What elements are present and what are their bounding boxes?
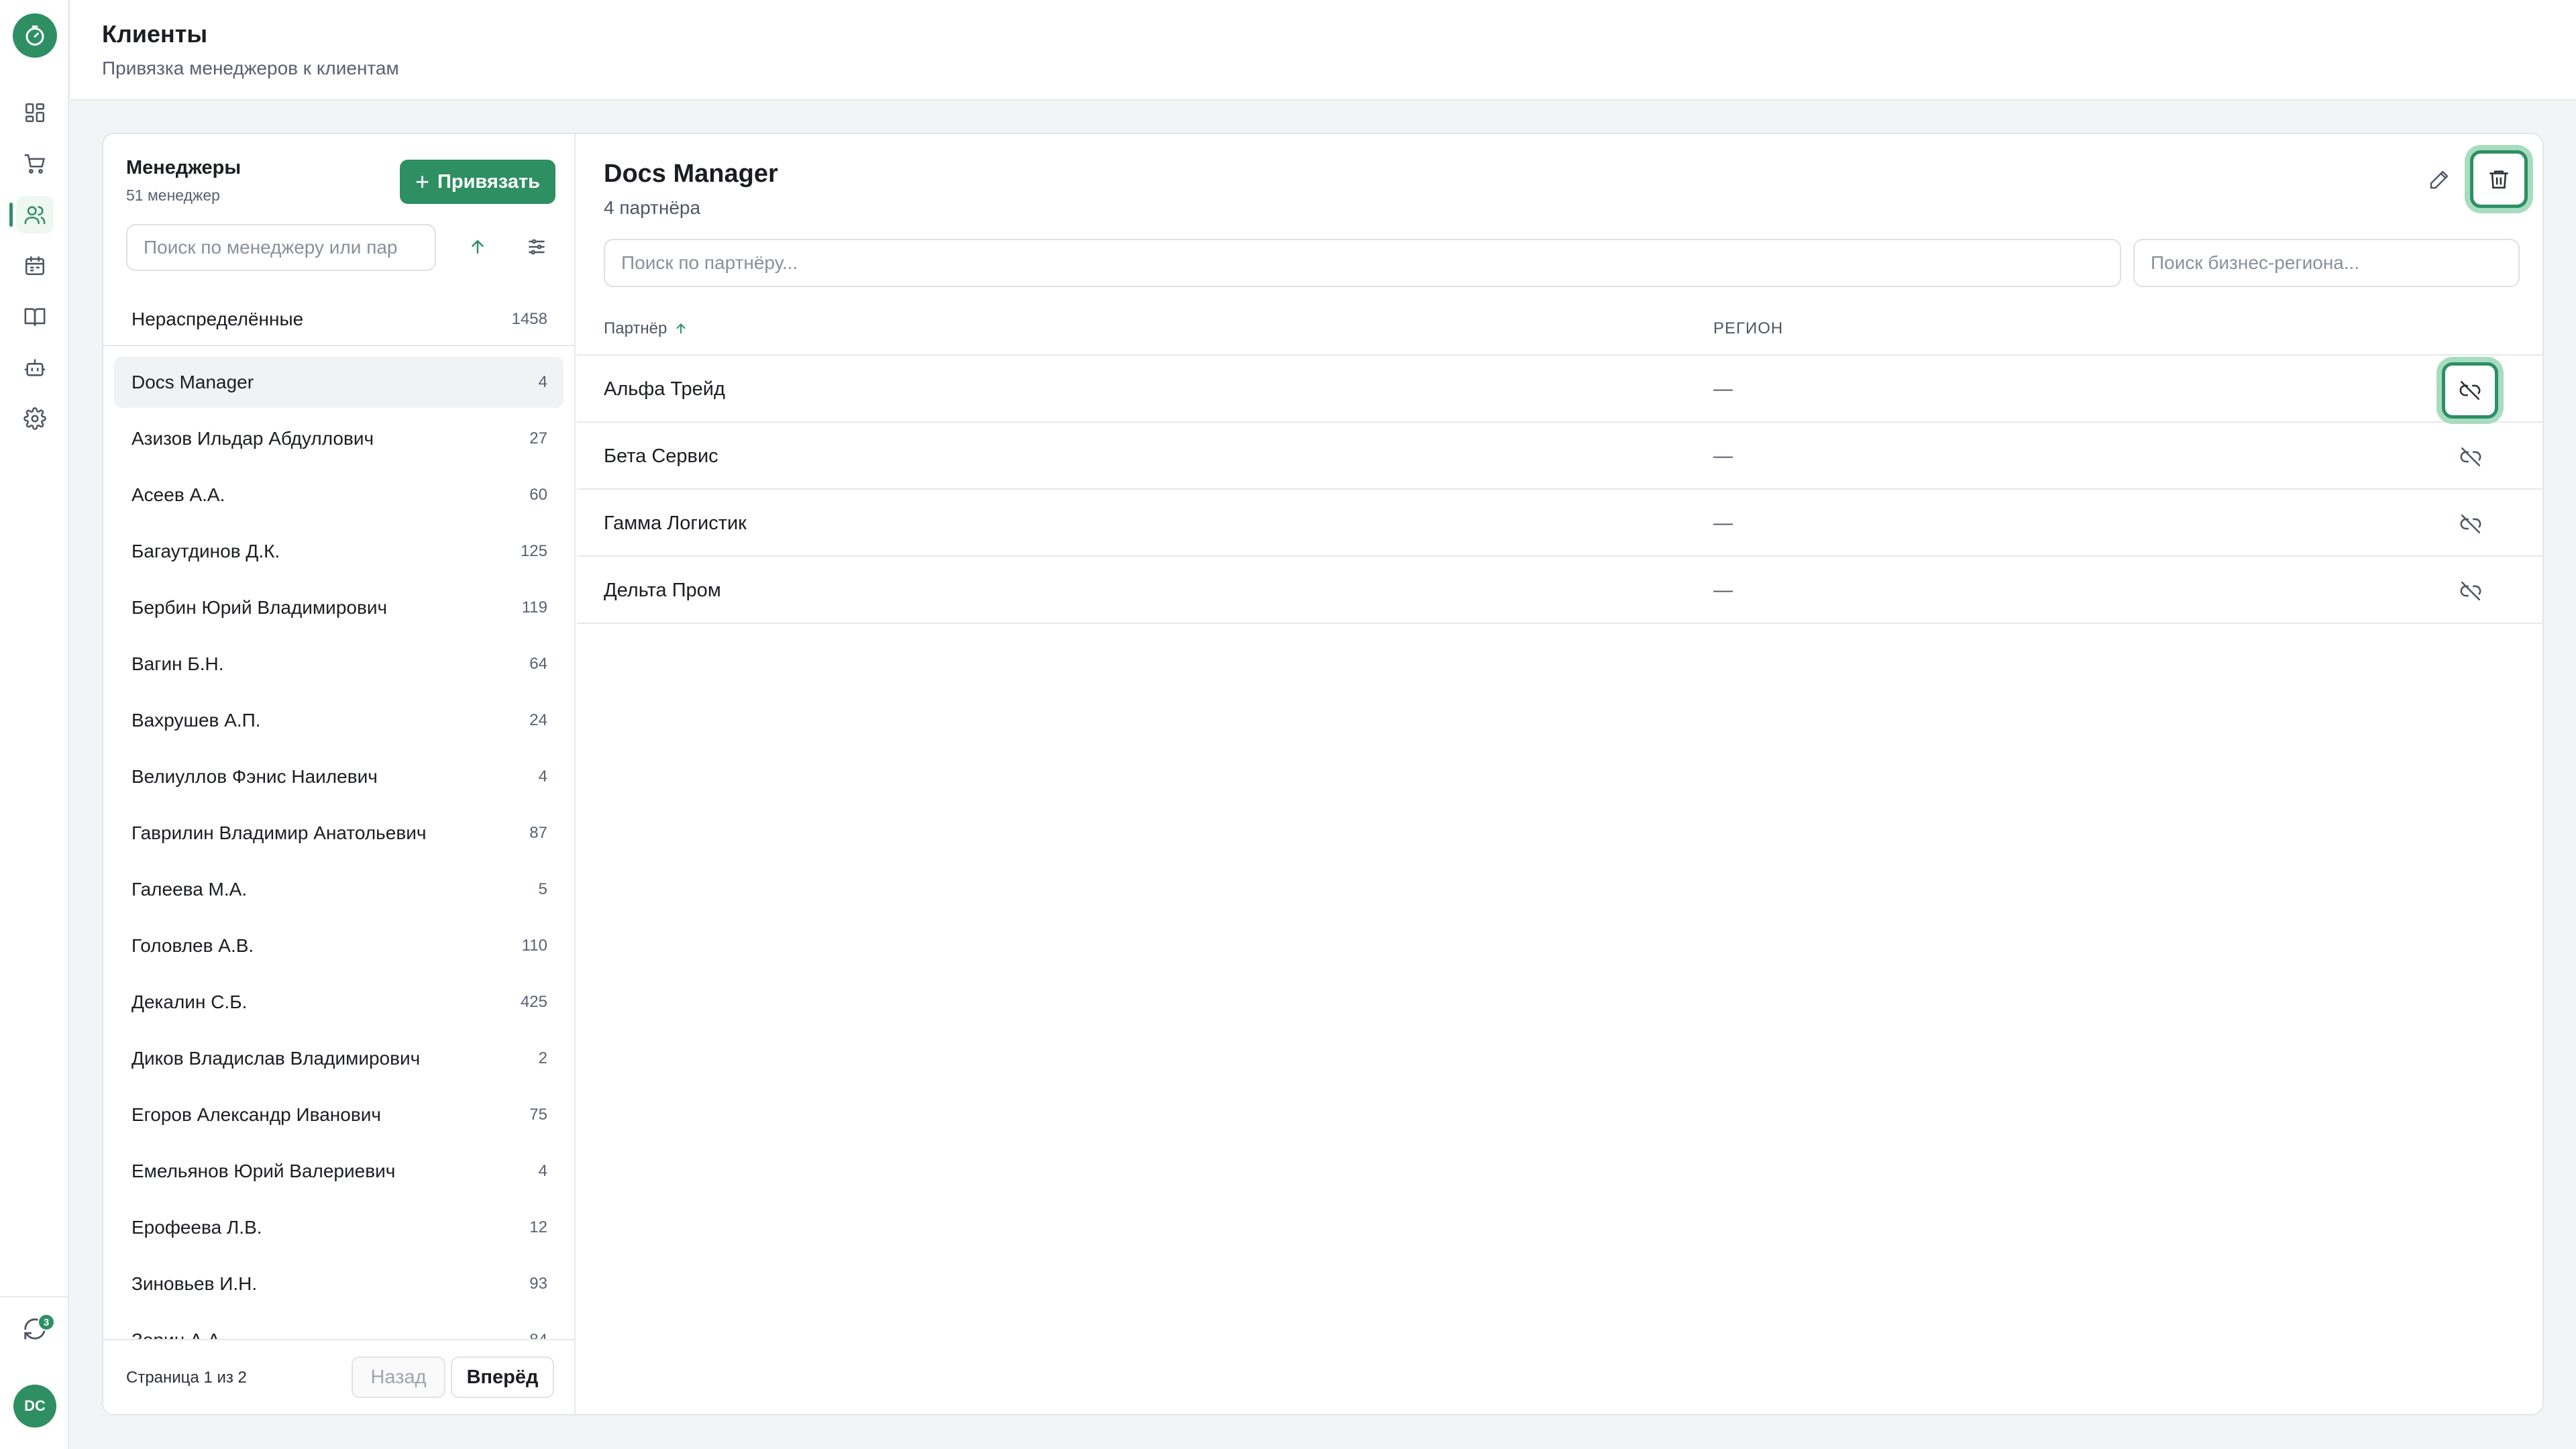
unlink-button[interactable]: [2442, 362, 2498, 419]
manager-search-input[interactable]: Поиск по менеджеру или пар: [126, 224, 436, 271]
nav-orders[interactable]: [16, 145, 54, 182]
table-row: Гамма Логистик —: [577, 491, 2542, 557]
unlink-icon: [2460, 447, 2481, 467]
nav-clients[interactable]: [9, 196, 54, 233]
page-info: Страница 1 из 2: [126, 1368, 247, 1387]
nav-bot[interactable]: [16, 349, 54, 386]
plus-icon: +: [415, 168, 430, 195]
trash-icon: [2489, 170, 2509, 189]
manager-item[interactable]: Docs Manager 4: [114, 357, 564, 408]
partner-region: —: [1713, 580, 1733, 601]
page-subtitle: Привязка менеджеров к клиентам: [102, 58, 399, 78]
partner-region: —: [1713, 378, 1733, 400]
nav-dashboard[interactable]: [16, 94, 54, 131]
detail-subtitle: 4 партнёра: [604, 197, 701, 218]
partner-search-input[interactable]: Поиск по партнёру...: [604, 239, 2121, 287]
nav-rail: 3 DC: [0, 0, 69, 1449]
column-partner[interactable]: Партнёр: [604, 319, 688, 338]
manager-item[interactable]: Вагин Б.Н. 64: [114, 639, 564, 690]
manager-item[interactable]: Емельянов Юрий Валериевич 4: [114, 1146, 564, 1197]
table-row: Альфа Трейд —: [577, 357, 2542, 423]
bind-button[interactable]: + Привязать: [400, 160, 555, 204]
managers-panel: Менеджеры 51 менеджер + Привязать Поиск …: [103, 134, 576, 1414]
gear-icon: [23, 407, 46, 430]
manager-item[interactable]: Азизов Ильдар Абдуллович 27: [114, 413, 564, 464]
table-header: Партнёр РЕГИОН: [577, 310, 2542, 356]
partner-region: —: [1713, 513, 1733, 534]
filter-button[interactable]: [518, 228, 555, 266]
unassigned-count: 1458: [511, 310, 547, 328]
unlink-icon: [2460, 581, 2481, 601]
managers-count: 51 менеджер: [126, 186, 220, 204]
manager-item[interactable]: Головлев А.В. 110: [114, 920, 564, 971]
rail-divider: [0, 1296, 69, 1297]
unlink-button[interactable]: [2454, 507, 2487, 541]
column-region: РЕГИОН: [1713, 319, 1784, 337]
sort-button[interactable]: [459, 228, 496, 266]
app-logo-icon[interactable]: [13, 13, 57, 58]
nav-calendar[interactable]: [16, 247, 54, 284]
page-header: Клиенты Привязка менеджеров к клиентам: [70, 0, 2576, 101]
delete-button[interactable]: [2470, 150, 2528, 208]
unlink-button[interactable]: [2454, 440, 2487, 474]
manager-item[interactable]: Зиновьев И.Н. 93: [114, 1258, 564, 1309]
manager-item[interactable]: Декалин С.Б. 425: [114, 977, 564, 1028]
partner-name: Бета Сервис: [604, 445, 718, 467]
unassigned-label: Нераспределённые: [131, 309, 304, 329]
manager-item[interactable]: Гаврилин Владимир Анатольевич 87: [114, 808, 564, 859]
unlink-button[interactable]: [2454, 574, 2487, 608]
pencil-icon: [2430, 170, 2449, 189]
partner-region: —: [1713, 445, 1733, 467]
unlink-icon: [2460, 514, 2481, 534]
page-title: Клиенты: [102, 20, 208, 48]
prev-page-button[interactable]: Назад: [352, 1356, 445, 1398]
users-icon: [24, 206, 46, 225]
manager-item[interactable]: Велиуллов Фэнис Наилевич 4: [114, 751, 564, 802]
arrow-up-icon: [676, 323, 686, 334]
dashboard-icon: [25, 103, 45, 123]
manager-item[interactable]: Диков Владислав Владимирович 2: [114, 1033, 564, 1084]
cart-icon: [24, 154, 46, 174]
managers-title: Менеджеры: [126, 157, 241, 178]
nav-docs[interactable]: [16, 298, 54, 335]
manager-item[interactable]: Ерофеева Л.В. 12: [114, 1202, 564, 1253]
calendar-icon: [25, 256, 45, 276]
next-page-button[interactable]: Вперёд: [451, 1356, 554, 1398]
avatar[interactable]: DC: [13, 1385, 56, 1428]
sync-badge: 3: [38, 1313, 55, 1331]
region-search-input[interactable]: Поиск бизнес-региона...: [2133, 239, 2520, 287]
bot-icon: [24, 359, 46, 376]
manager-item[interactable]: Егоров Александр Иванович 75: [114, 1089, 564, 1140]
unassigned-row[interactable]: Нераспределённые 1458: [103, 292, 574, 346]
manager-item[interactable]: Вахрушев А.П. 24: [114, 695, 564, 746]
edit-button[interactable]: [2420, 161, 2458, 199]
partner-name: Дельта Пром: [604, 580, 721, 601]
table-row: Бета Сервис —: [577, 424, 2542, 490]
book-icon: [24, 308, 46, 327]
unlink-icon: [2459, 380, 2481, 400]
bind-button-label: Привязать: [437, 170, 540, 193]
detail-title: Docs Manager: [604, 160, 778, 188]
managers-list: Docs Manager 4 Азизов Ильдар Абдуллович 27…: [103, 356, 574, 1414]
manager-item[interactable]: Багаутдинов Д.К. 125: [114, 526, 564, 577]
manager-item[interactable]: Бербин Юрий Владимирович 119: [114, 582, 564, 633]
sliders-icon: [529, 239, 545, 255]
partner-name: Гамма Логистик: [604, 513, 747, 534]
manager-detail-panel: Docs Manager 4 партнёра Поиск по партнёр…: [577, 134, 2542, 1414]
manager-item[interactable]: Галеева М.А. 5: [114, 864, 564, 915]
arrow-up-icon: [472, 239, 484, 254]
clients-card: Менеджеры 51 менеджер + Привязать Поиск …: [102, 133, 2544, 1415]
nav-settings[interactable]: [16, 400, 54, 437]
table-row: Дельта Пром —: [577, 558, 2542, 624]
manager-item[interactable]: Асеев А.А. 60: [114, 470, 564, 521]
partner-name: Альфа Трейд: [604, 378, 725, 400]
pagination: Страница 1 из 2 Назад Вперёд: [103, 1339, 574, 1414]
